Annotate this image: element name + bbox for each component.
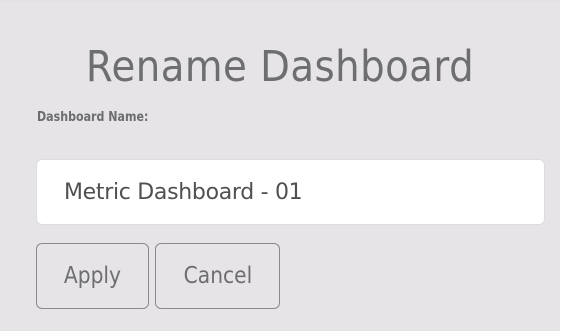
cancel-button[interactable]: Cancel [155, 243, 280, 309]
dashboard-name-input[interactable] [36, 159, 545, 225]
cancel-button-label: Cancel [183, 263, 252, 289]
apply-button-label: Apply [63, 263, 122, 289]
rename-dashboard-dialog: Rename Dashboard Dashboard Name: Apply C… [0, 0, 560, 331]
dialog-title: Rename Dashboard [85, 42, 475, 92]
dashboard-name-label: Dashboard Name: [37, 110, 149, 125]
apply-button[interactable]: Apply [36, 243, 149, 309]
